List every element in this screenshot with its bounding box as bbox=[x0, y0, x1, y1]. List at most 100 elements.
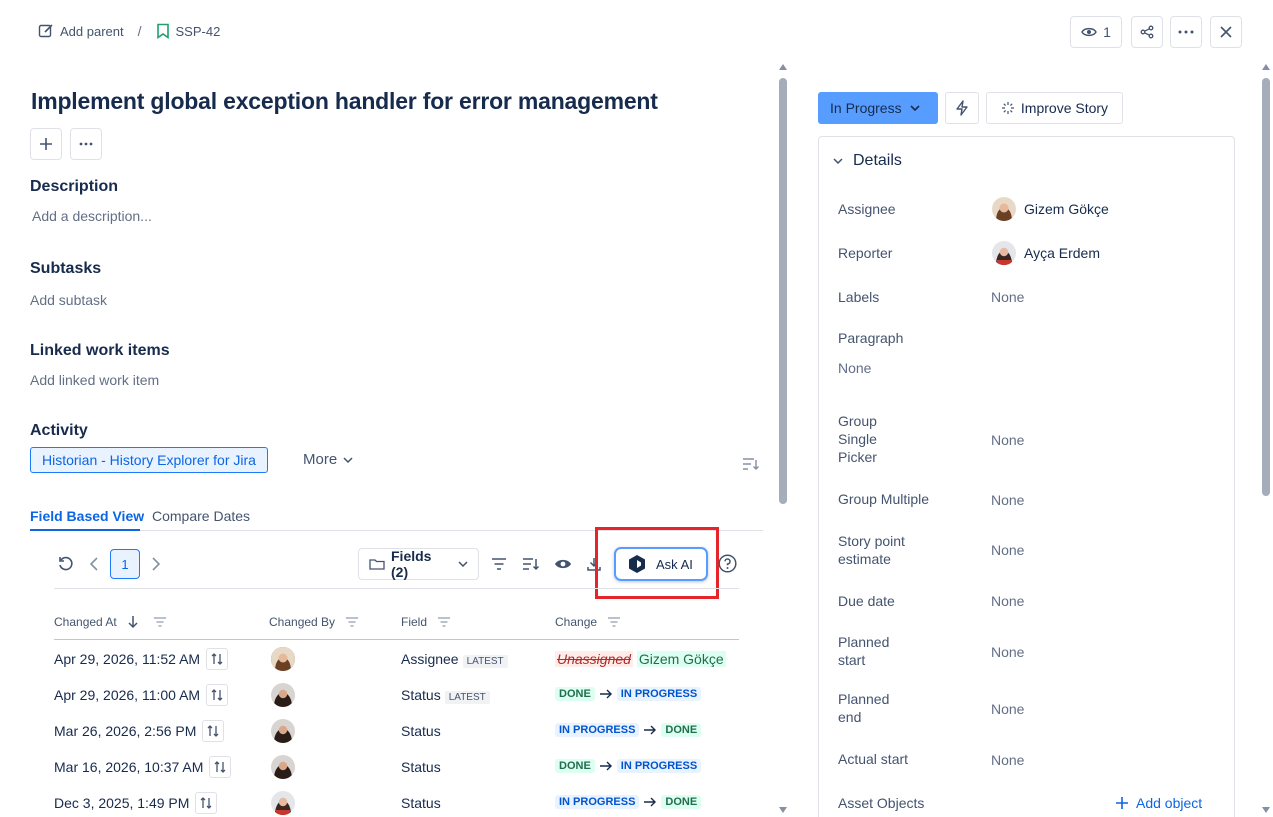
description-field[interactable]: Add a description... bbox=[32, 208, 152, 224]
close-button[interactable] bbox=[1210, 16, 1242, 48]
toolbar-divider bbox=[54, 588, 739, 589]
changed-at: Apr 29, 2026, 11:52 AM bbox=[54, 651, 201, 667]
improve-story-label: Improve Story bbox=[1020, 100, 1109, 116]
table-row-3-field: Status bbox=[401, 759, 441, 775]
revert-icon[interactable] bbox=[206, 648, 229, 670]
column-filter-icon[interactable] bbox=[153, 616, 167, 628]
sort-icon[interactable] bbox=[522, 557, 540, 571]
add-linked-link[interactable]: Add linked work item bbox=[30, 372, 159, 388]
more-dropdown[interactable]: More bbox=[303, 451, 353, 468]
description-heading: Description bbox=[30, 178, 119, 195]
actual-start-value[interactable]: None bbox=[991, 752, 1024, 768]
next-page-icon[interactable] bbox=[152, 557, 160, 571]
left-scrollbar-thumb[interactable] bbox=[779, 78, 787, 504]
col-changed-at[interactable]: Changed At bbox=[54, 615, 167, 629]
revert-icon[interactable] bbox=[209, 756, 232, 778]
old-value: Unassigned bbox=[555, 651, 633, 667]
revert-icon[interactable] bbox=[195, 792, 218, 814]
arrow-right-icon bbox=[599, 761, 613, 771]
more-actions-button[interactable] bbox=[1170, 16, 1202, 48]
activity-heading: Activity bbox=[30, 422, 88, 439]
header-divider bbox=[54, 639, 739, 640]
issue-key-link[interactable]: SSP-42 bbox=[176, 24, 221, 39]
planned-end-label: Planned end bbox=[838, 690, 889, 726]
planned-start-value[interactable]: None bbox=[991, 644, 1024, 660]
label-line: Group bbox=[838, 413, 877, 429]
label-line: estimate bbox=[838, 551, 891, 567]
due-date-value[interactable]: None bbox=[991, 593, 1024, 609]
changed-at: Mar 16, 2026, 10:37 AM bbox=[54, 759, 204, 775]
field-name: Status bbox=[401, 723, 441, 739]
col-change[interactable]: Change bbox=[555, 615, 621, 629]
issue-more-button[interactable] bbox=[70, 128, 102, 160]
page-1-button[interactable]: 1 bbox=[110, 549, 140, 579]
scroll-down-arrow[interactable] bbox=[779, 807, 787, 815]
planned-end-value[interactable]: None bbox=[991, 701, 1024, 717]
lightning-icon bbox=[956, 100, 968, 116]
add-button[interactable] bbox=[30, 128, 62, 160]
column-filter-icon[interactable] bbox=[345, 616, 359, 628]
automation-button[interactable] bbox=[945, 92, 979, 124]
share-icon bbox=[1140, 25, 1154, 39]
watch-button[interactable]: 1 bbox=[1070, 16, 1122, 48]
group-single-picker-value[interactable]: None bbox=[991, 432, 1024, 448]
labels-value[interactable]: None bbox=[991, 289, 1024, 305]
col-field[interactable]: Field bbox=[401, 615, 451, 629]
table-row-2-field: Status bbox=[401, 723, 441, 739]
ai-logo-icon bbox=[628, 554, 646, 574]
add-subtask-link[interactable]: Add subtask bbox=[30, 292, 107, 308]
add-object-link[interactable]: Add object bbox=[1115, 795, 1202, 811]
due-date-label: Due date bbox=[838, 593, 895, 609]
status-dropdown[interactable]: In Progress bbox=[818, 92, 938, 124]
active-tab-indicator bbox=[30, 529, 140, 531]
paragraph-value[interactable]: None bbox=[838, 360, 871, 376]
more-icon bbox=[79, 142, 93, 146]
right-scrollbar-thumb[interactable] bbox=[1262, 78, 1270, 496]
story-point-value[interactable]: None bbox=[991, 542, 1024, 558]
share-button[interactable] bbox=[1131, 16, 1163, 48]
revert-icon[interactable] bbox=[206, 684, 229, 706]
status-label: In Progress bbox=[830, 100, 902, 116]
details-toggle[interactable]: Details bbox=[833, 152, 902, 170]
issue-title[interactable]: Implement global exception handler for e… bbox=[31, 88, 658, 115]
help-icon[interactable] bbox=[718, 554, 737, 573]
improve-story-button[interactable]: Improve Story bbox=[986, 92, 1123, 124]
old-status-lozenge: DONE bbox=[555, 759, 595, 773]
tab-compare-dates[interactable]: Compare Dates bbox=[152, 508, 250, 524]
old-status-lozenge: IN PROGRESS bbox=[555, 723, 640, 737]
reporter-value[interactable]: Ayça Erdem bbox=[992, 241, 1100, 265]
avatar-user bbox=[271, 683, 295, 707]
revert-icon[interactable] bbox=[202, 720, 225, 742]
table-row-4-change: IN PROGRESS DONE bbox=[555, 795, 702, 809]
new-value: Gizem Gökçe bbox=[636, 651, 726, 667]
column-filter-icon[interactable] bbox=[607, 616, 621, 628]
scroll-up-arrow[interactable] bbox=[779, 64, 787, 72]
assignee-value[interactable]: Gizem Gökçe bbox=[992, 197, 1109, 221]
refresh-icon[interactable] bbox=[57, 555, 75, 573]
table-row-3-change: DONE IN PROGRESS bbox=[555, 759, 702, 773]
scroll-down-arrow[interactable] bbox=[1262, 807, 1270, 815]
filter-icon[interactable] bbox=[491, 557, 507, 571]
table-row-4-date: Dec 3, 2025, 1:49 PM bbox=[54, 792, 218, 814]
ask-ai-button[interactable]: Ask AI bbox=[614, 547, 708, 581]
tab-field-based-view[interactable]: Field Based View bbox=[30, 508, 144, 524]
chevron-down-icon bbox=[910, 105, 920, 111]
table-row-1-field: Status LATEST bbox=[401, 687, 490, 704]
col-changed-by[interactable]: Changed By bbox=[269, 615, 359, 629]
watch-count: 1 bbox=[1103, 24, 1111, 40]
arrow-down-icon[interactable] bbox=[127, 615, 139, 629]
eye-icon[interactable] bbox=[554, 558, 572, 570]
prev-page-icon[interactable] bbox=[90, 557, 98, 571]
column-filter-icon[interactable] bbox=[437, 616, 451, 628]
sort-activity-icon[interactable] bbox=[742, 457, 760, 471]
scroll-up-arrow[interactable] bbox=[1262, 64, 1270, 72]
table-row-2-change: IN PROGRESS DONE bbox=[555, 723, 702, 737]
label-line: start bbox=[838, 652, 866, 668]
fields-dropdown[interactable]: Fields (2) bbox=[358, 548, 479, 580]
new-status-lozenge: DONE bbox=[661, 723, 702, 737]
add-parent-link[interactable]: Add parent bbox=[60, 24, 124, 39]
add-object-label: Add object bbox=[1136, 795, 1203, 811]
historian-button[interactable]: Historian - History Explorer for Jira bbox=[30, 447, 268, 473]
group-multiple-value[interactable]: None bbox=[991, 492, 1024, 508]
arrow-right-icon bbox=[643, 725, 657, 735]
